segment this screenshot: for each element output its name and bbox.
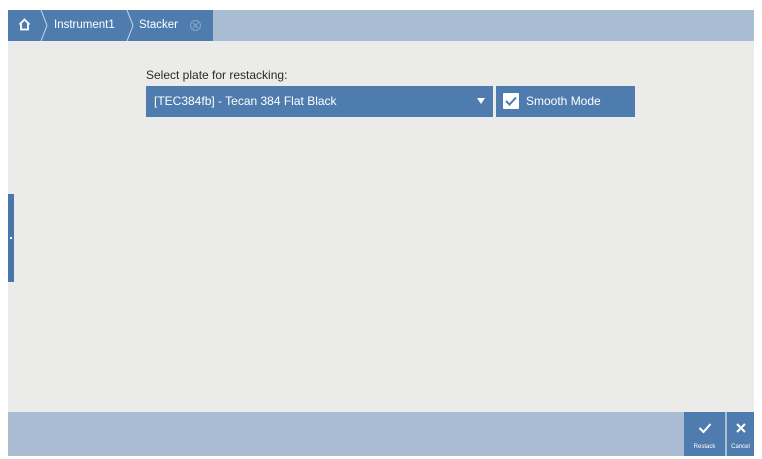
select-plate-label: Select plate for restacking: [146,68,288,82]
breadcrumb-separator-icon [126,10,134,41]
breadcrumb-item-instrument[interactable]: Instrument1 [54,10,115,41]
side-panel-handle[interactable] [8,194,14,282]
home-icon [18,18,31,31]
restack-button[interactable]: Restack [684,412,725,456]
dropdown-caret-icon [477,98,485,104]
handle-grip-icon [10,237,12,239]
cancel-button-label: Cancel [731,444,750,450]
plate-select-value: [TEC384fb] - Tecan 384 Flat Black [154,94,337,108]
smooth-mode-toggle[interactable]: Smooth Mode [496,86,635,117]
breadcrumb: Instrument1 Stacker [8,10,213,41]
app-window: Instrument1 Stacker Select plate for res… [8,10,754,456]
plate-select-dropdown[interactable]: [TEC384fb] - Tecan 384 Flat Black [146,86,493,117]
checkmark-icon [698,423,711,434]
cancel-button[interactable]: Cancel [727,412,754,456]
breadcrumb-item-stacker: Stacker [139,19,178,31]
breadcrumb-home[interactable] [8,10,40,41]
restack-button-label: Restack [693,444,716,450]
close-icon [735,423,746,433]
close-circle-icon[interactable] [190,20,201,31]
smooth-mode-label: Smooth Mode [526,94,601,108]
checkbox-checked-icon[interactable] [503,93,519,109]
breadcrumb-separator-icon [40,10,48,41]
breadcrumb-bar: Instrument1 Stacker [8,10,754,41]
bottom-action-bar: Restack Cancel [8,412,754,456]
